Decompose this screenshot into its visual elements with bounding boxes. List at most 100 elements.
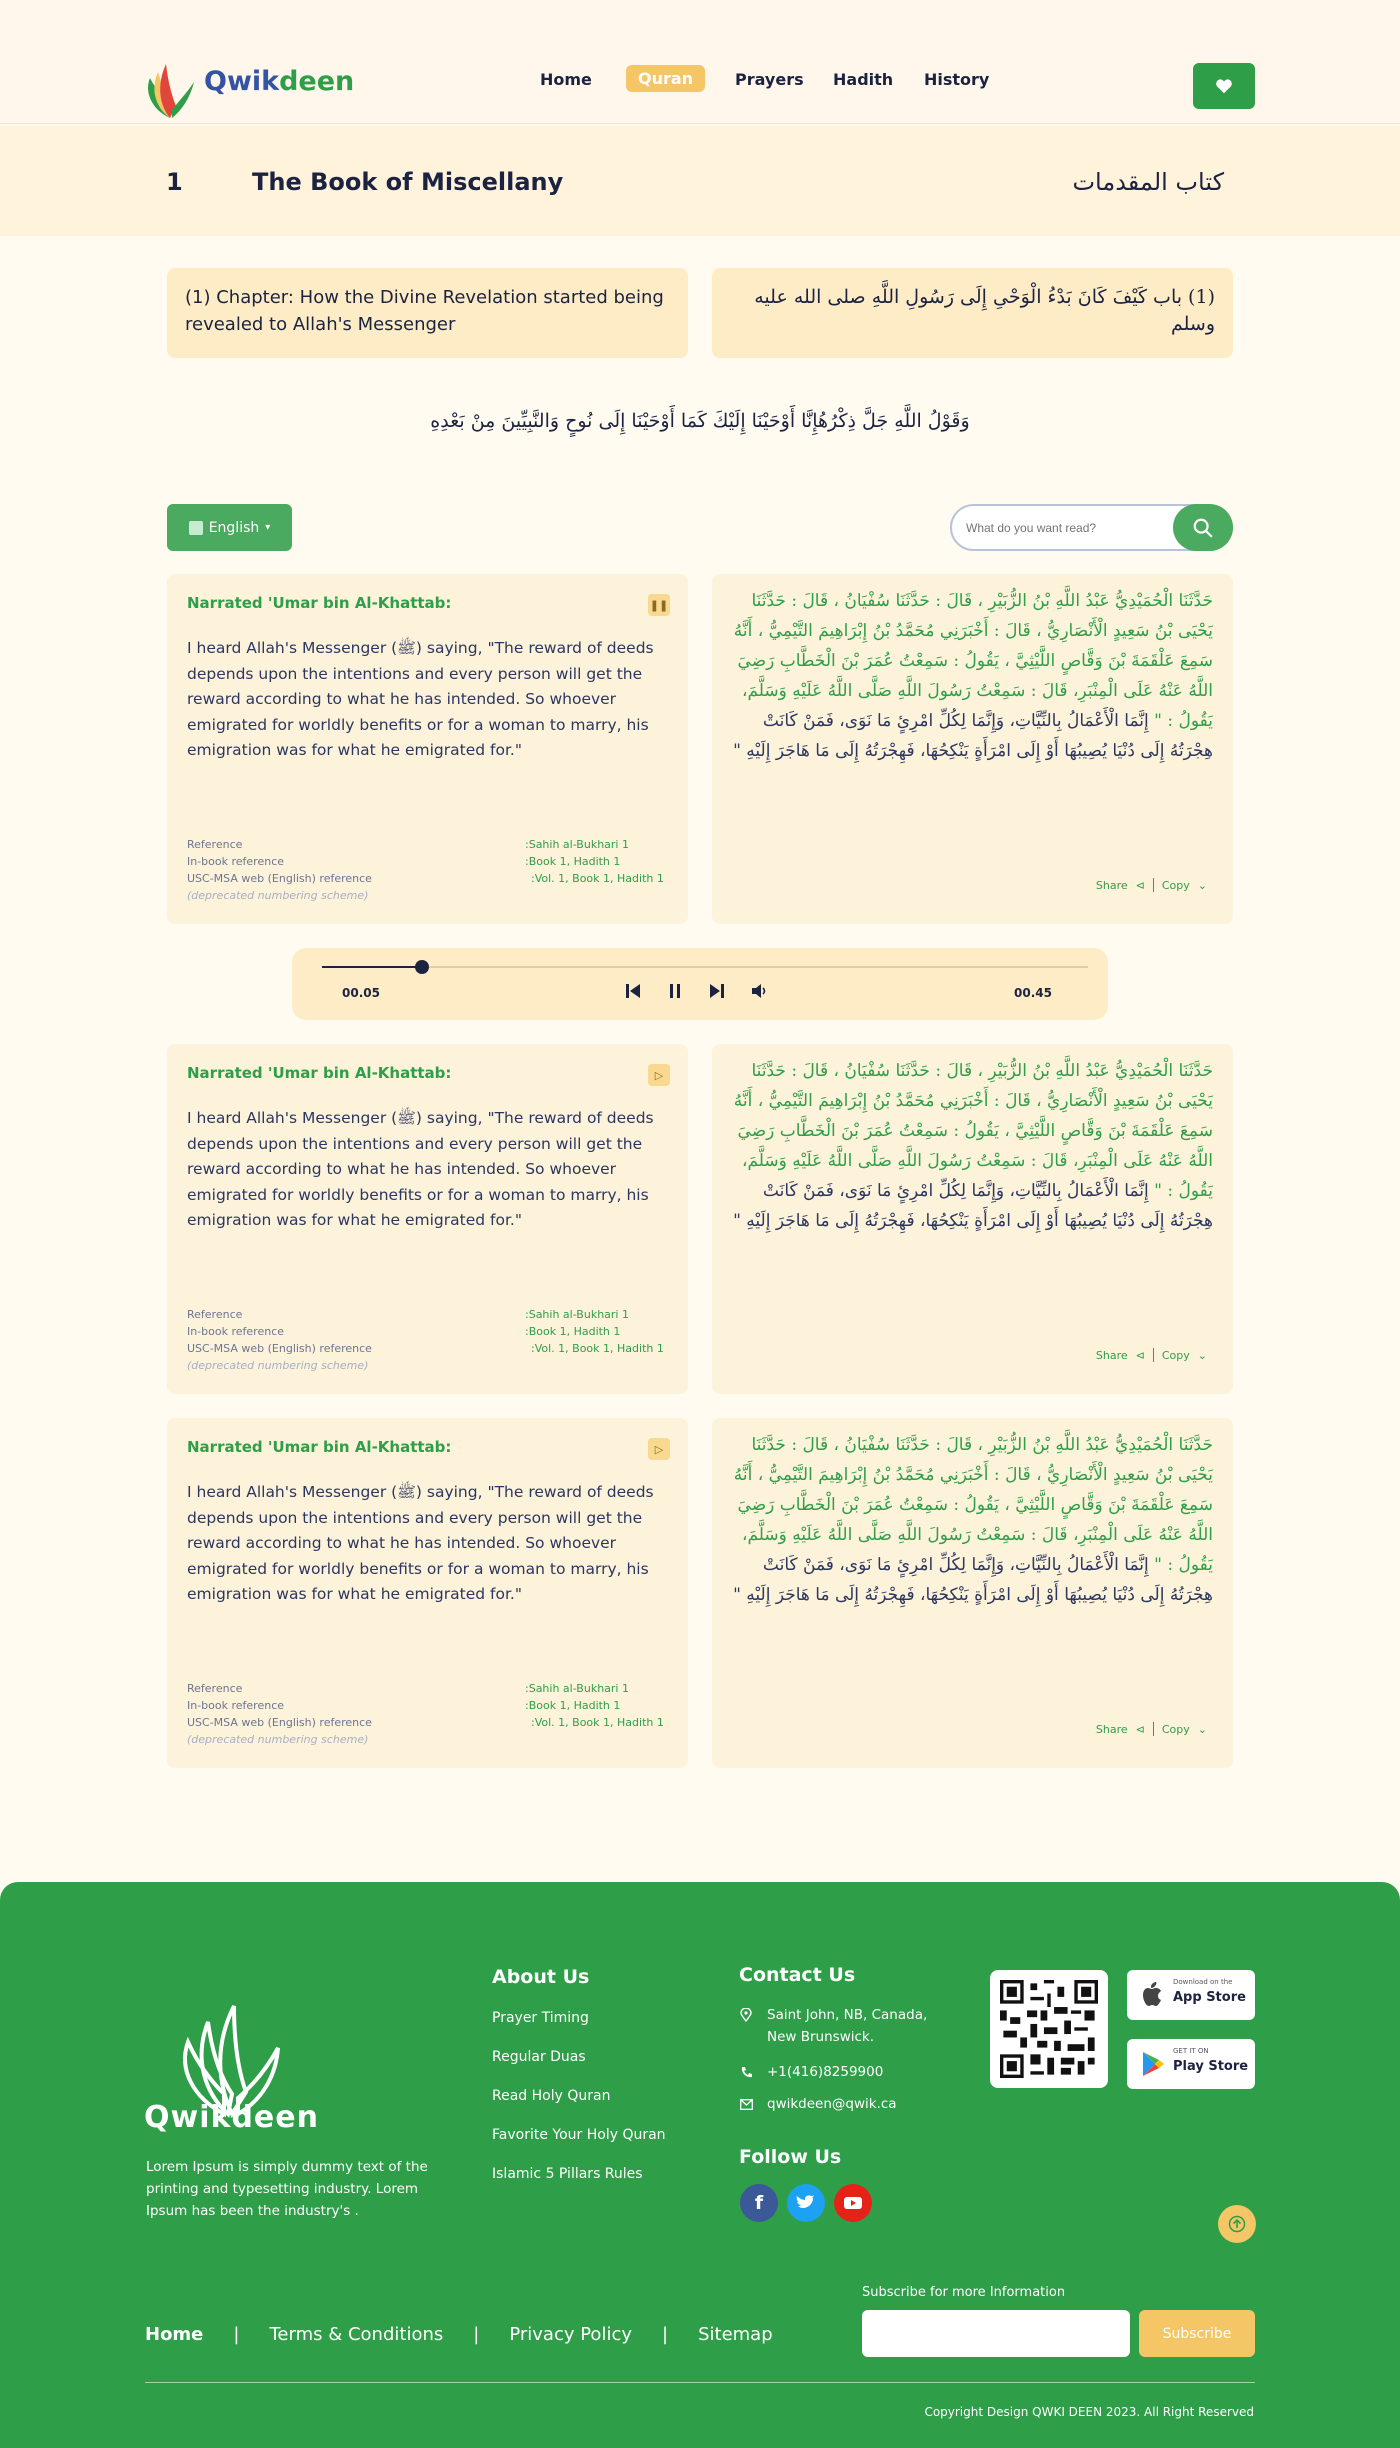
logo-part-qwik: Qwik <box>204 66 280 97</box>
narrator: Narrated 'Umar bin Al-Khattab: <box>187 1438 452 1456</box>
hadith-isnad: حَدَّثَنَا الْحُمَيْدِيُّ عَبْدُ اللَّهِ… <box>733 1435 1213 1575</box>
share-button[interactable]: Share <box>1096 1723 1128 1736</box>
nav-history[interactable]: History <box>924 70 989 89</box>
usc-msa-reference-label: USC-MSA web (English) reference <box>187 1716 372 1729</box>
share-button[interactable]: Share <box>1096 1349 1128 1362</box>
footer-link-favorite-quran[interactable]: Favorite Your Holy Quran <box>492 2127 666 2143</box>
pause-icon[interactable]: ❚❚ <box>648 594 670 616</box>
scroll-top-button[interactable] <box>1218 2205 1256 2243</box>
speaker-icon[interactable]: ▷ <box>648 1064 670 1086</box>
reference-label: Reference <box>187 1308 243 1321</box>
hadith-card-english: Narrated 'Umar bin Al-Khattab: ▷ I heard… <box>167 1418 688 1768</box>
subscribe-button[interactable]: Subscribe <box>1139 2310 1255 2357</box>
in-book-reference-value: :Book 1, Hadith 1 <box>525 855 621 868</box>
copy-button[interactable]: Copy <box>1162 1723 1190 1736</box>
divider <box>1152 1722 1154 1736</box>
usc-msa-reference-value: :Vol. 1, Book 1, Hadith 1 <box>531 1342 664 1355</box>
search-icon <box>1193 518 1213 537</box>
translate-icon <box>188 520 203 535</box>
usc-msa-reference-label: USC-MSA web (English) reference <box>187 872 372 885</box>
contact-us-title: Contact Us <box>739 1964 856 1986</box>
share-button[interactable]: Share <box>1096 879 1128 892</box>
copy-button[interactable]: Copy <box>1162 1349 1190 1362</box>
hadith-card-arabic: حَدَّثَنَا الْحُمَيْدِيُّ عَبْدُ اللَّهِ… <box>712 574 1233 924</box>
hadith-matn: إِنَّمَا الْأَعْمَالُ بِالنِّيَّاتِ، وَإ… <box>733 1181 1213 1231</box>
twitter-icon[interactable] <box>787 2184 825 2222</box>
footer-nav-sitemap[interactable]: Sitemap <box>698 2324 773 2345</box>
phone-text: +1(416)8259900 <box>767 2064 884 2080</box>
next-button[interactable] <box>706 980 728 1002</box>
divider <box>1152 1348 1154 1362</box>
in-book-reference-value: :Book 1, Hadith 1 <box>525 1699 621 1712</box>
qr-code-icon <box>1000 1980 1098 2078</box>
app-store-button[interactable]: Download on the App Store <box>1127 1970 1255 2020</box>
footer-link-regular-duas[interactable]: Regular Duas <box>492 2049 586 2065</box>
contact-email[interactable]: qwikdeen@qwik.ca <box>739 2093 897 2115</box>
play-store-button[interactable]: GET IT ON Play Store <box>1127 2039 1255 2089</box>
pause-button[interactable] <box>664 980 686 1002</box>
qr-code <box>990 1970 1108 2088</box>
chevron-down-icon: ▾ <box>265 522 271 533</box>
qwikdeen-logo[interactable]: Qwikdeen <box>142 50 354 120</box>
reference-labels: Reference In-book reference USC-MSA web … <box>187 1680 372 1748</box>
reference-label: Reference <box>187 1682 243 1695</box>
hadith-isnad: حَدَّثَنَا الْحُمَيْدِيُّ عَبْدُ اللَّهِ… <box>733 591 1213 731</box>
reference-label: Reference <box>187 838 243 851</box>
copy-button[interactable]: Copy <box>1162 879 1190 892</box>
apple-icon <box>1143 1982 1161 2006</box>
app-store-caption: Download on the <box>1173 1978 1233 1986</box>
divider: | <box>233 2324 240 2345</box>
email-icon <box>739 2097 753 2111</box>
logo-leaf-icon <box>148 64 194 118</box>
reference-values: :Sahih al-Bukhari 1 :Book 1, Hadith 1 :V… <box>525 836 664 887</box>
subscribe-email-input[interactable] <box>862 2310 1130 2357</box>
volume-icon <box>752 984 766 998</box>
hadith-matn: إِنَّمَا الْأَعْمَالُ بِالنِّيَّاتِ، وَإ… <box>733 711 1213 761</box>
favorites-button[interactable] <box>1193 63 1255 109</box>
hadith-text-arabic: حَدَّثَنَا الْحُمَيْدِيُّ عَبْدُ اللَّهِ… <box>723 1056 1213 1236</box>
footer-description: Lorem Ipsum is simply dummy text of the … <box>146 2159 428 2219</box>
narrator: Narrated 'Umar bin Al-Khattab: <box>187 1064 452 1082</box>
play-store-label: Play Store <box>1173 2059 1249 2074</box>
usc-msa-reference-value: :Vol. 1, Book 1, Hadith 1 <box>531 1716 664 1729</box>
footer-nav-terms[interactable]: Terms & Conditions <box>269 2324 443 2345</box>
divider: | <box>662 2324 669 2345</box>
youtube-icon[interactable] <box>834 2184 872 2222</box>
footer-link-read-quran[interactable]: Read Holy Quran <box>492 2088 610 2104</box>
progress-bar[interactable] <box>322 960 1088 974</box>
search-button[interactable] <box>1173 504 1233 551</box>
progress-handle[interactable] <box>414 960 429 974</box>
reference-labels: Reference In-book reference USC-MSA web … <box>187 836 372 904</box>
elapsed-time: 00.05 <box>342 986 380 1000</box>
in-book-reference-value: :Book 1, Hadith 1 <box>525 1325 621 1338</box>
hadith-text-english: I heard Allah's Messenger (ﷺ) saying, "T… <box>187 639 654 759</box>
share-icon: ⊲ <box>1135 878 1145 892</box>
reference-values: :Sahih al-Bukhari 1 :Book 1, Hadith 1 :V… <box>525 1306 664 1357</box>
share-icon: ⊲ <box>1135 1722 1145 1736</box>
footer-nav-privacy[interactable]: Privacy Policy <box>509 2324 632 2345</box>
footer-divider <box>145 2382 1255 2383</box>
language-dropdown[interactable]: English ▾ <box>167 504 292 551</box>
hadith-card-arabic: حَدَّثَنَا الْحُمَيْدِيُّ عَبْدُ اللَّهِ… <box>712 1418 1233 1768</box>
nav-prayers[interactable]: Prayers <box>735 70 804 89</box>
footer-link-5-pillars[interactable]: Islamic 5 Pillars Rules <box>492 2166 643 2182</box>
hadith-matn: إِنَّمَا الْأَعْمَالُ بِالنِّيَّاتِ، وَإ… <box>733 1555 1213 1605</box>
speaker-icon[interactable]: ▷ <box>648 1438 670 1460</box>
in-book-reference-label: In-book reference <box>187 1325 285 1338</box>
contact-phone[interactable]: +1(416)8259900 <box>739 2061 883 2083</box>
usc-msa-reference-value: :Vol. 1, Book 1, Hadith 1 <box>531 872 664 885</box>
site-footer: Qwikdeen Lorem Ipsum is simply dummy tex… <box>0 1882 1400 2448</box>
previous-button[interactable] <box>622 980 644 1002</box>
footer-link-prayer-timing[interactable]: Prayer Timing <box>492 2010 589 2026</box>
facebook-icon[interactable]: f <box>740 2184 778 2222</box>
search-input[interactable] <box>966 516 1126 540</box>
volume-button[interactable] <box>748 980 770 1002</box>
footer-nav-home[interactable]: Home <box>145 2324 203 2345</box>
divider: | <box>473 2324 480 2345</box>
footer-logo-text: Qwikdeen <box>144 2100 319 2135</box>
hadith-text-arabic: حَدَّثَنَا الْحُمَيْدِيُّ عَبْدُ اللَّهِ… <box>723 1430 1213 1610</box>
nav-quran[interactable]: Quran <box>626 65 706 92</box>
nav-home[interactable]: Home <box>540 70 592 89</box>
nav-hadith[interactable]: Hadith <box>833 70 893 89</box>
arrow-up-icon <box>1228 2215 1246 2233</box>
